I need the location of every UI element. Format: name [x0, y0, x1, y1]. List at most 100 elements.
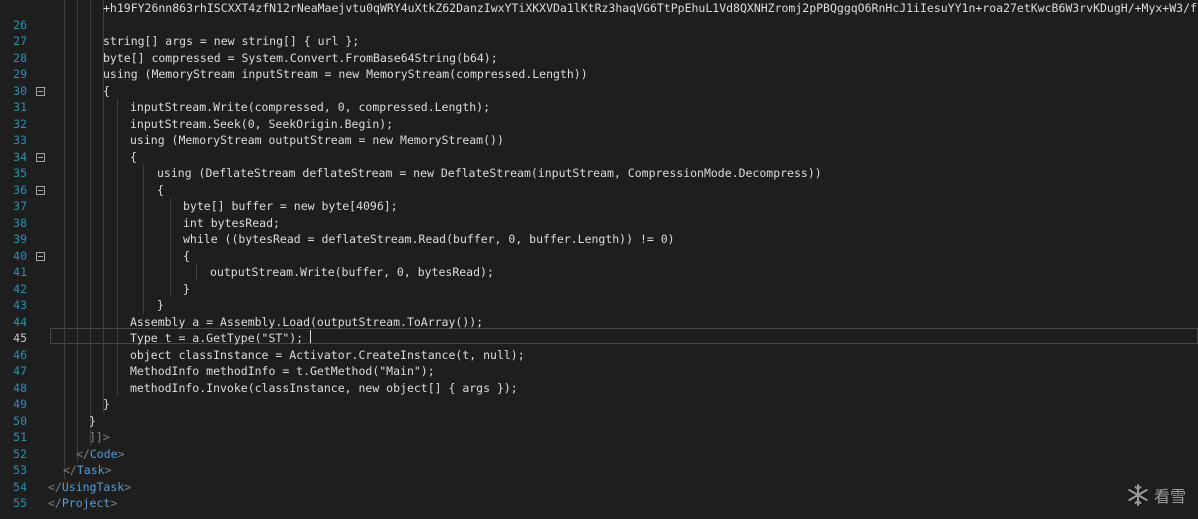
code-line[interactable]: 26: [0, 16, 1198, 33]
indent-guide: [90, 198, 91, 215]
code-line[interactable]: 50}: [0, 412, 1198, 429]
tag-close-bracket: >: [110, 496, 118, 510]
indent-guide: [64, 396, 65, 413]
line-number: 55: [13, 496, 27, 510]
code-text: methodInfo.Invoke(classInstance, new obj…: [130, 380, 518, 395]
indent-guide: [77, 363, 78, 380]
code-line[interactable]: 44 Assembly a = Assembly.Load(outputStrea…: [0, 313, 1198, 330]
indent-guide: [103, 363, 104, 380]
indent-guide: [77, 0, 78, 17]
code-line[interactable]: 39 while ((bytesRead = deflateStream.Read…: [0, 231, 1198, 248]
indent-guide: [90, 214, 91, 231]
line-number: 31: [13, 100, 27, 114]
watermark-text: 看雪: [1153, 487, 1186, 506]
line-number: 49: [13, 397, 27, 411]
code-line[interactable]: 29 using (MemoryStream inputStream = new …: [0, 66, 1198, 83]
indent-guide: [77, 346, 78, 363]
code-line[interactable]: 51]]>: [0, 429, 1198, 446]
indent-guide: [170, 247, 171, 264]
code-editor[interactable]: +h19FY26nn863rhISCXXT4zfN12rNeaMaejvtu0q…: [0, 0, 1198, 519]
code-text: {: [157, 182, 164, 197]
code-line[interactable]: 55 </Project>: [0, 495, 1198, 512]
indent-guide: [117, 148, 118, 165]
indent-guide: [117, 313, 118, 330]
indent-guide: [90, 313, 91, 330]
code-line[interactable]: 38 int bytesRead;: [0, 214, 1198, 231]
line-number: 38: [13, 215, 27, 230]
indent-guide: [64, 280, 65, 297]
line-number: 52: [13, 446, 27, 461]
indent-guide: [90, 115, 91, 132]
indent-guide: [90, 346, 91, 363]
code-text: ]]>: [89, 430, 110, 444]
indent-guide: [64, 330, 65, 347]
code-line[interactable]: 53 </Task>: [0, 462, 1198, 479]
indent-guide: [117, 264, 118, 281]
code-line[interactable]: 33 using (MemoryStream outputStream = new…: [0, 132, 1198, 149]
code-line[interactable]: 52 </Code>: [0, 445, 1198, 462]
code-line[interactable]: 49}: [0, 396, 1198, 413]
line-number: 50: [13, 413, 27, 428]
collapse-icon[interactable]: [36, 86, 45, 96]
indent-guide: [77, 165, 78, 182]
code-line[interactable]: 41 outputStream.Write(buffer, 0, bytesRea…: [0, 264, 1198, 281]
code-line[interactable]: 43}: [0, 297, 1198, 314]
line-number: 37: [13, 199, 27, 213]
code-line[interactable]: 31 inputStream.Write(compressed, 0, compr…: [0, 99, 1198, 116]
indent-guide: [90, 82, 91, 99]
xml-tag-name: Task: [76, 463, 105, 477]
indent-guide: [170, 231, 171, 248]
code-line[interactable]: 30 {: [0, 82, 1198, 99]
indent-guide: [117, 132, 118, 149]
code-line[interactable]: 35 using (DeflateStream deflateStream = n…: [0, 165, 1198, 182]
collapse-icon[interactable]: [36, 185, 45, 195]
indent-guide: [64, 49, 65, 66]
code-text: byte[] buffer = new byte[4096];: [183, 199, 398, 213]
indent-guide: [90, 264, 91, 281]
indent-guide: [103, 148, 104, 165]
indent-guide: [64, 313, 65, 330]
code-line[interactable]: 36 {: [0, 181, 1198, 198]
line-number: 35: [13, 166, 27, 180]
indent-guide: [103, 313, 104, 330]
indent-guide: [103, 297, 104, 314]
code-line[interactable]: 46 object classInstance = Activator.Creat…: [0, 346, 1198, 363]
indent-guide: [77, 264, 78, 281]
line-number: 30: [13, 83, 27, 98]
code-line[interactable]: 34 {: [0, 148, 1198, 165]
line-number: 48: [13, 380, 27, 395]
indent-guide: [77, 330, 78, 347]
code-text: </Project>: [48, 495, 117, 512]
indent-guide: [143, 165, 144, 182]
code-text: inputStream.Seek(0, SeekOrigin.Begin);: [130, 116, 394, 131]
indent-guide: [90, 379, 91, 396]
code-line[interactable]: 48 methodInfo.Invoke(classInstance, new o…: [0, 379, 1198, 396]
indent-guide: [90, 297, 91, 314]
code-text: {: [103, 83, 110, 98]
line-number: 36: [13, 182, 27, 197]
indent-guide: [90, 66, 91, 83]
code-line[interactable]: 27 string[] args = new string[] { url };: [0, 33, 1198, 50]
collapse-icon[interactable]: [36, 251, 45, 261]
code-line[interactable]: 54 </UsingTask>: [0, 479, 1198, 496]
code-line[interactable]: 42}: [0, 280, 1198, 297]
indent-guide: [117, 247, 118, 264]
code-line[interactable]: +h19FY26nn863rhISCXXT4zfN12rNeaMaejvtu0q…: [0, 0, 1198, 17]
indent-guide: [117, 115, 118, 132]
code-line[interactable]: 28 byte[] compressed = System.Convert.Fro…: [0, 49, 1198, 66]
code-line[interactable]: 37 byte[] buffer = new byte[4096];: [0, 198, 1198, 215]
tag-close-bracket: >: [124, 479, 132, 494]
line-number: 34: [13, 149, 27, 164]
code-text: using (MemoryStream outputStream = new M…: [130, 133, 504, 147]
code-line[interactable]: 40 {: [0, 247, 1198, 264]
code-line[interactable]: 47 MethodInfo methodInfo = t.GetMethod("M…: [0, 363, 1198, 380]
line-number: 42: [13, 281, 27, 296]
line-number: 46: [13, 347, 27, 362]
code-line[interactable]: 32 inputStream.Seek(0, SeekOrigin.Begin);: [0, 115, 1198, 132]
code-text: MethodInfo methodInfo = t.GetMethod("Mai…: [130, 364, 435, 378]
indent-guide: [103, 165, 104, 182]
collapse-icon[interactable]: [36, 152, 45, 162]
code-line[interactable]: 45 Type t = a.GetType("ST");: [0, 330, 1198, 347]
xml-tag-name: Code: [89, 446, 118, 461]
indent-guide: [117, 346, 118, 363]
